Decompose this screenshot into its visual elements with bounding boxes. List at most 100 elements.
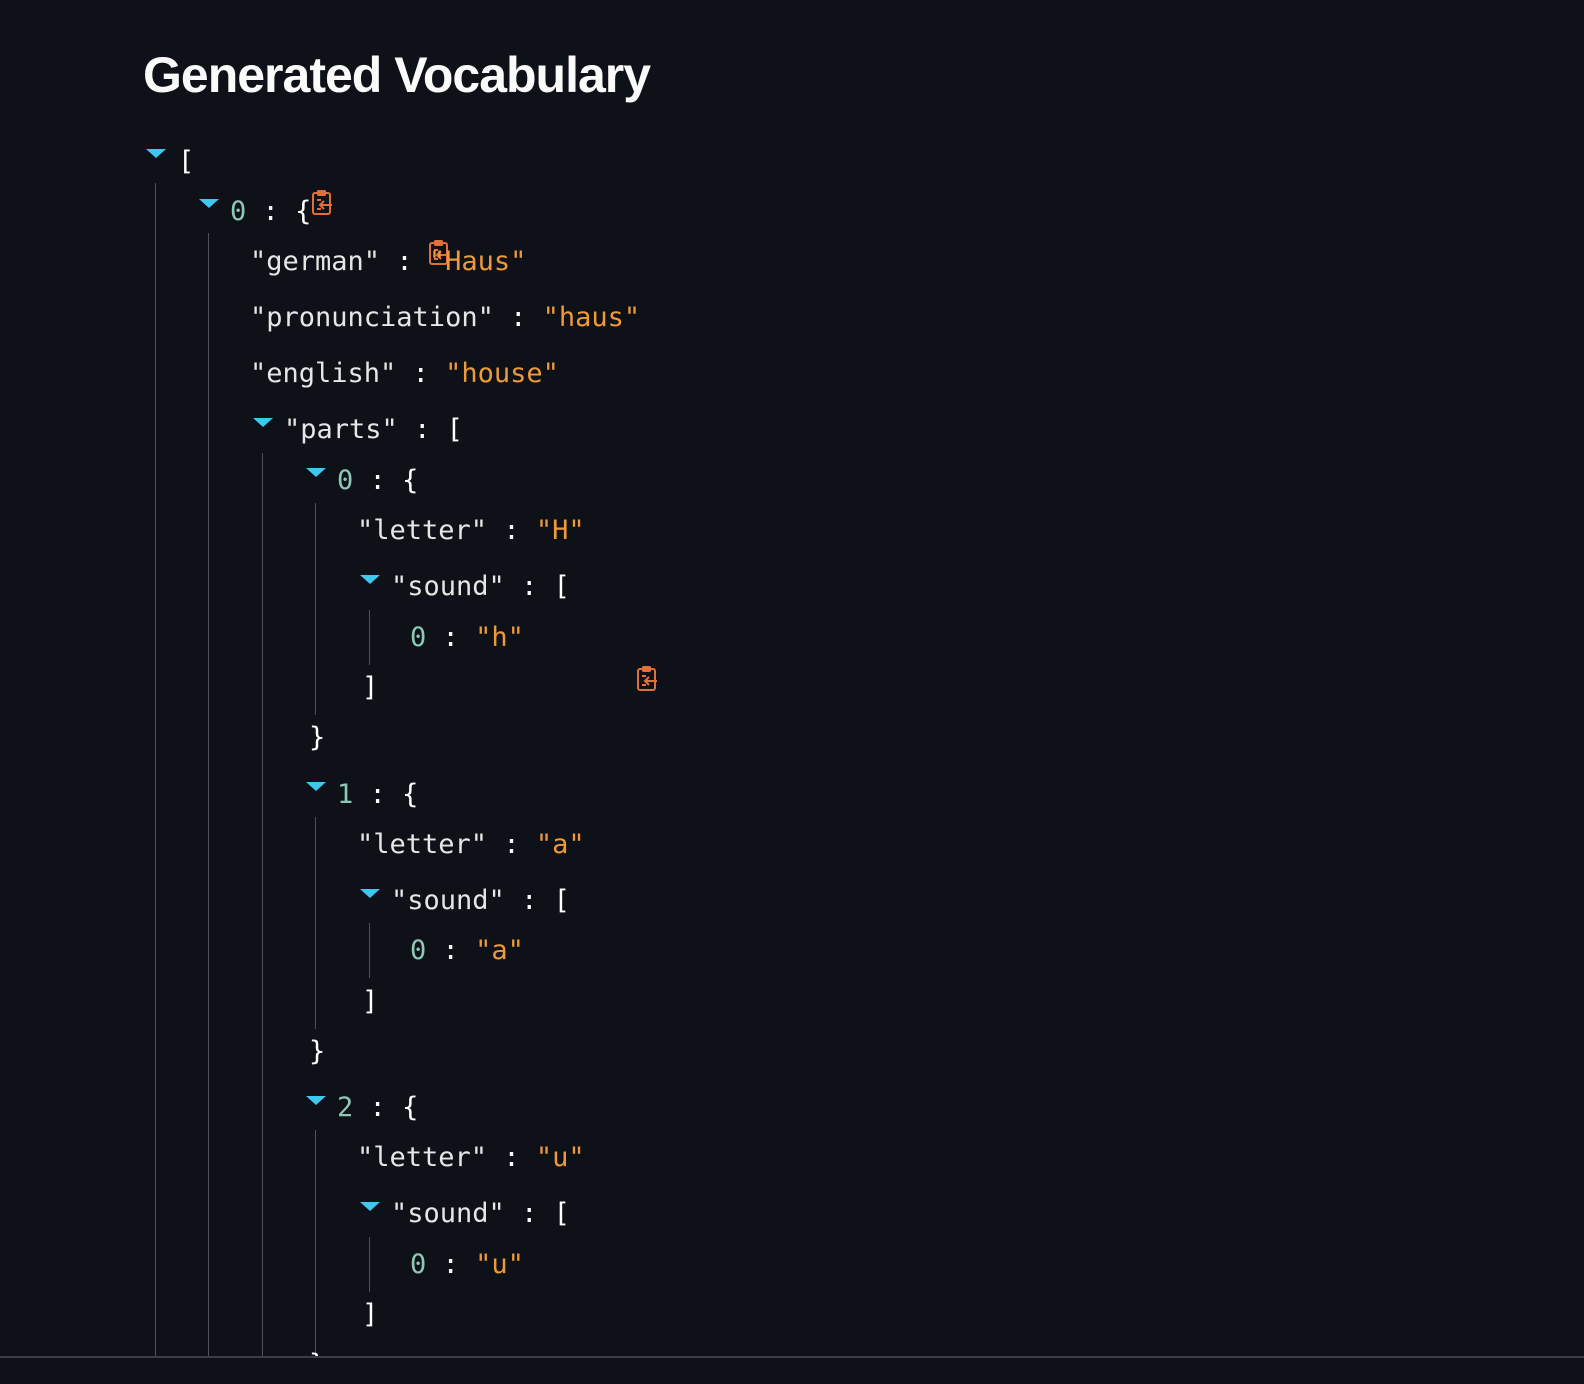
clipboard-copy-icon[interactable]	[212, 148, 332, 215]
array-index: 0	[410, 1249, 427, 1280]
bracket-open: [	[553, 571, 570, 602]
caret-down-icon[interactable]	[360, 889, 380, 898]
field-key: "letter"	[357, 829, 488, 860]
bracket-close: ]	[362, 1299, 379, 1330]
field-key: "parts"	[284, 414, 398, 445]
json-item-row: 2 : {	[337, 1088, 418, 1128]
json-field-row: "letter" : "u"	[357, 1138, 585, 1178]
json-item-row: 0 : "a"	[410, 931, 524, 971]
colon: :	[503, 1142, 520, 1173]
json-item-row: 0 : "h"	[410, 618, 658, 691]
json-field-row: "letter" : "a"	[357, 825, 585, 865]
json-field-row: "letter" : "H"	[357, 511, 585, 551]
field-value: "h"	[475, 622, 524, 653]
bracket-open: [	[553, 885, 570, 916]
indent-guide	[369, 610, 370, 665]
brace-open: {	[402, 465, 419, 496]
indent-guide	[315, 817, 316, 1029]
indent-guide	[315, 1130, 316, 1360]
caret-down-icon[interactable]	[306, 468, 326, 477]
colon: :	[442, 622, 459, 653]
colon: :	[503, 829, 520, 860]
colon: :	[369, 1092, 386, 1123]
colon: :	[521, 885, 538, 916]
field-key: "german"	[250, 246, 381, 277]
json-item-row: 0 : {	[230, 192, 449, 265]
field-value: "u"	[535, 1142, 585, 1173]
json-root-row: [	[178, 142, 332, 215]
caret-down-icon[interactable]	[306, 782, 326, 791]
json-field-row: "sound" : [	[391, 567, 570, 607]
brace-close: }	[309, 1036, 326, 1067]
field-value: "Haus"	[428, 246, 527, 277]
colon: :	[262, 196, 279, 227]
field-key: "letter"	[357, 515, 488, 546]
colon: :	[442, 935, 459, 966]
array-index: 2	[337, 1092, 354, 1123]
bracket-close: ]	[362, 672, 379, 703]
bracket-close: ]	[362, 986, 379, 1017]
field-key: "sound"	[391, 885, 505, 916]
colon: :	[510, 302, 527, 333]
array-index: 0	[230, 196, 247, 227]
brace-close: }	[309, 722, 326, 753]
indent-guide	[155, 183, 156, 1360]
json-close-row: ]	[362, 1295, 378, 1335]
json-close-row: }	[309, 718, 325, 758]
json-field-row: "sound" : [	[391, 881, 570, 921]
colon: :	[521, 571, 538, 602]
array-index: 0	[410, 622, 427, 653]
field-value: "house"	[445, 358, 559, 389]
json-close-row: ]	[362, 982, 378, 1022]
field-key: "sound"	[391, 1198, 505, 1229]
array-index: 0	[410, 935, 427, 966]
caret-down-icon[interactable]	[253, 418, 273, 427]
caret-down-icon[interactable]	[360, 1202, 380, 1211]
array-index: 0	[337, 465, 354, 496]
json-close-row: }	[309, 1032, 325, 1072]
field-value: "haus"	[542, 302, 641, 333]
json-close-row: ]	[362, 668, 378, 708]
indent-guide	[369, 1237, 370, 1292]
field-key: "sound"	[391, 571, 505, 602]
brace-open: {	[402, 1092, 419, 1123]
colon: :	[369, 465, 386, 496]
bottom-divider	[0, 1356, 1584, 1384]
colon: :	[442, 1249, 459, 1280]
colon: :	[521, 1198, 538, 1229]
json-item-row: 1 : {	[337, 775, 418, 815]
caret-down-icon[interactable]	[306, 1096, 326, 1105]
bracket-open: [	[446, 414, 463, 445]
field-value: "u"	[475, 1249, 524, 1280]
array-index: 1	[337, 779, 354, 810]
brace-open: {	[295, 196, 312, 227]
field-key: "pronunciation"	[250, 302, 494, 333]
field-key: "english"	[250, 358, 397, 389]
indent-guide	[262, 453, 263, 1360]
json-item-row: 0 : {	[337, 461, 418, 501]
clipboard-copy-icon[interactable]	[329, 198, 449, 265]
colon: :	[396, 246, 413, 277]
field-value: "a"	[475, 935, 524, 966]
bracket-open: [	[178, 146, 195, 177]
caret-down-icon[interactable]	[360, 575, 380, 584]
caret-down-icon[interactable]	[199, 199, 219, 208]
colon: :	[412, 358, 429, 389]
caret-down-icon[interactable]	[146, 149, 166, 158]
json-field-row: "sound" : [	[391, 1194, 570, 1234]
field-value: "a"	[535, 829, 585, 860]
bracket-open: [	[553, 1198, 570, 1229]
json-viewer: [ 0 : { "german" : "Haus" "pronunciation…	[0, 0, 1584, 1360]
brace-open: {	[402, 779, 419, 810]
colon: :	[503, 515, 520, 546]
field-key: "letter"	[357, 1142, 488, 1173]
clipboard-copy-icon[interactable]	[538, 624, 658, 691]
json-field-row: "pronunciation" : "haus"	[250, 298, 640, 338]
json-item-row: 0 : "u"	[410, 1245, 524, 1285]
colon: :	[414, 414, 431, 445]
indent-guide	[315, 503, 316, 715]
field-value: "H"	[535, 515, 585, 546]
colon: :	[369, 779, 386, 810]
indent-guide	[369, 923, 370, 978]
json-field-row: "parts" : [	[284, 410, 463, 450]
